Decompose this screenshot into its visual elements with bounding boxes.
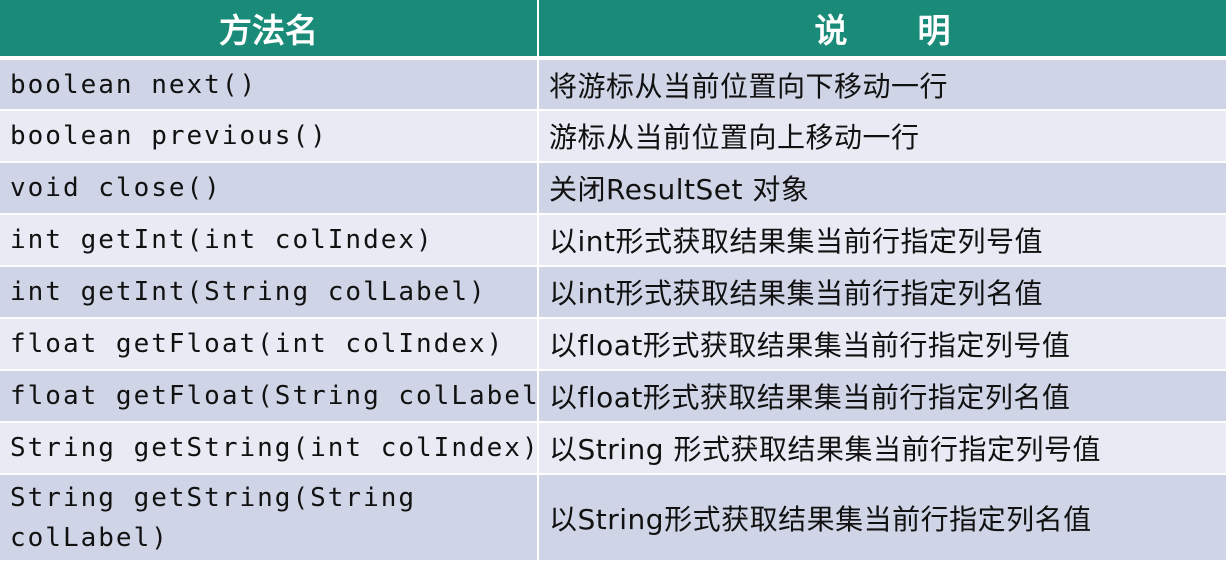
description-cell: 游标从当前位置向上移动一行 xyxy=(538,110,1226,164)
method-name-header: 方法名 xyxy=(0,0,539,60)
method-cell: String getString(int colIndex) xyxy=(0,422,539,476)
method-cell: void close() xyxy=(0,162,539,216)
method-cell: boolean next() xyxy=(0,58,539,112)
description-cell: 以String形式获取结果集当前行指定列名值 xyxy=(538,474,1226,562)
description-cell: 以String 形式获取结果集当前行指定列号值 xyxy=(538,422,1226,476)
table-row: float getFloat(int colIndex) 以float形式获取结… xyxy=(0,318,1226,372)
table-row: void close() 关闭ResultSet 对象 xyxy=(0,162,1226,216)
description-cell: 将游标从当前位置向下移动一行 xyxy=(538,58,1226,112)
table-row: int getInt(int colIndex) 以int形式获取结果集当前行指… xyxy=(0,214,1226,268)
table-row: int getInt(String colLabel) 以int形式获取结果集当… xyxy=(0,266,1226,320)
table-body: boolean next() 将游标从当前位置向下移动一行 boolean pr… xyxy=(0,58,1226,562)
method-cell: String getString(String colLabel) xyxy=(0,474,539,562)
table-row: boolean previous() 游标从当前位置向上移动一行 xyxy=(0,110,1226,164)
description-header: 说明 xyxy=(538,0,1226,60)
method-cell: boolean previous() xyxy=(0,110,539,164)
method-cell: int getInt(int colIndex) xyxy=(0,214,539,268)
description-cell: 以int形式获取结果集当前行指定列名值 xyxy=(538,266,1226,320)
table-row: float getFloat(String colLabel) 以float形式… xyxy=(0,370,1226,424)
description-cell: 关闭ResultSet 对象 xyxy=(538,162,1226,216)
method-cell: float getFloat(int colIndex) xyxy=(0,318,539,372)
header-row: 方法名 说明 xyxy=(0,0,1226,60)
table-row: boolean next() 将游标从当前位置向下移动一行 xyxy=(0,58,1226,112)
method-cell: float getFloat(String colLabel) xyxy=(0,370,539,424)
table-row: String getString(int colIndex) 以String 形… xyxy=(0,422,1226,476)
description-cell: 以float形式获取结果集当前行指定列号值 xyxy=(538,318,1226,372)
table-header: 方法名 说明 xyxy=(0,0,1226,60)
method-cell: int getInt(String colLabel) xyxy=(0,266,539,320)
resultset-methods-table: 方法名 说明 boolean next() 将游标从当前位置向下移动一行 boo… xyxy=(0,0,1226,562)
table-row: String getString(String colLabel) 以Strin… xyxy=(0,474,1226,562)
description-cell: 以int形式获取结果集当前行指定列号值 xyxy=(538,214,1226,268)
description-cell: 以float形式获取结果集当前行指定列名值 xyxy=(538,370,1226,424)
